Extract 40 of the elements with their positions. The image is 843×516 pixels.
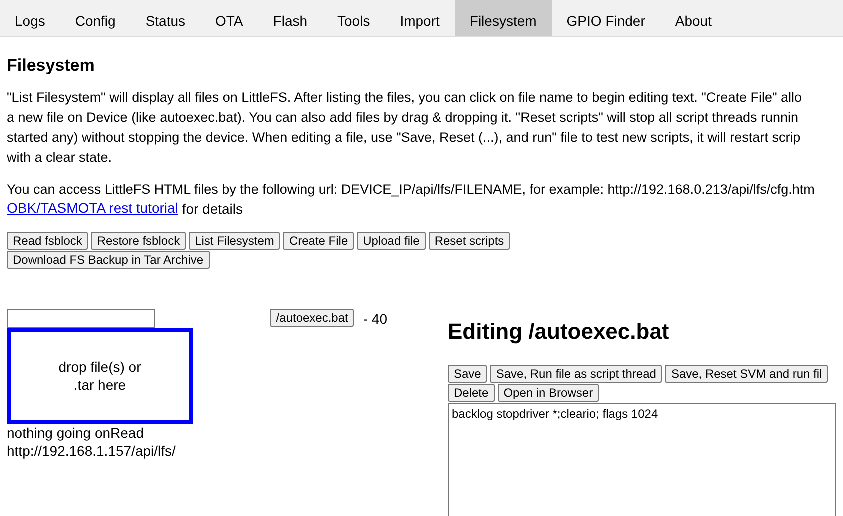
nav-tab[interactable]: Tools: [322, 0, 386, 36]
editor-button[interactable]: Delete: [448, 384, 495, 402]
nav-tab[interactable]: Flash: [258, 0, 323, 36]
action-button[interactable]: Upload file: [357, 232, 426, 250]
nav-tab[interactable]: About: [660, 0, 727, 36]
details-text: for details: [181, 200, 244, 218]
access-text: You can access LittleFS HTML files by the following url: DEVICE_IP/api/lfs/FILENAME, for example: http://192.168.0.213/api/lfs/cfg.htm: [7, 181, 815, 199]
description-text: a new file on Device (like autoexec.bat). You can also add files by drag & dropping it. "Reset scripts" will stop all script threads runnin: [7, 109, 798, 127]
nav-tab[interactable]: Status: [130, 0, 201, 36]
drop-text: .tar here: [74, 376, 126, 394]
action-button[interactable]: Read fsblock: [7, 232, 88, 250]
editor-heading: Editing /autoexec.bat: [448, 319, 670, 345]
editor-button[interactable]: Open in Browser: [498, 384, 600, 402]
nav-tab[interactable]: Filesystem: [454, 0, 552, 36]
description-text: started any) without stopping the device. When editing a file, use "Save, Reset (...), and run" file to test new scripts, it will restart scrip: [7, 129, 801, 147]
nav-tab[interactable]: GPIO Finder: [552, 0, 660, 36]
input-field[interactable]: [7, 309, 155, 328]
page-title: Filesystem: [7, 56, 96, 76]
editor-textarea[interactable]: backlog stopdriver *;cleario; flags 1024: [448, 403, 836, 516]
nav-tab[interactable]: Logs: [0, 0, 60, 36]
editor-button[interactable]: Save, Run file as script thread: [490, 365, 662, 383]
action-button[interactable]: Reset scripts: [428, 232, 510, 250]
editor-button[interactable]: Save: [448, 365, 488, 383]
action-button[interactable]: List Filesystem: [189, 232, 280, 250]
tutorial-link[interactable]: OBK/TASMOTA rest tutorial: [7, 200, 178, 218]
status-text: nothing going onRead: [7, 424, 146, 442]
url-text: http://192.168.1.157/api/lfs/: [7, 442, 177, 460]
file-size: - 40: [363, 310, 388, 328]
description-text: with a clear state.: [7, 149, 112, 167]
action-button[interactable]: Download FS Backup in Tar Archive: [7, 251, 210, 269]
drop-zone[interactable]: drop file(s) or .tar here: [7, 328, 193, 424]
file-button[interactable]: /autoexec.bat: [270, 309, 354, 327]
editor-button[interactable]: Save, Reset SVM and run fil: [665, 365, 828, 383]
nav-tab[interactable]: Import: [385, 0, 455, 36]
nav-tab[interactable]: OTA: [200, 0, 258, 36]
drop-text: drop file(s) or: [58, 358, 142, 376]
action-button[interactable]: Restore fsblock: [91, 232, 186, 250]
nav-tab[interactable]: Config: [60, 0, 131, 36]
description-text: "List Filesystem" will display all files on LittleFS. After listing the files, you can click on file name to begin editing text. "Create File" allo: [7, 89, 802, 107]
action-button[interactable]: Create File: [283, 232, 354, 250]
